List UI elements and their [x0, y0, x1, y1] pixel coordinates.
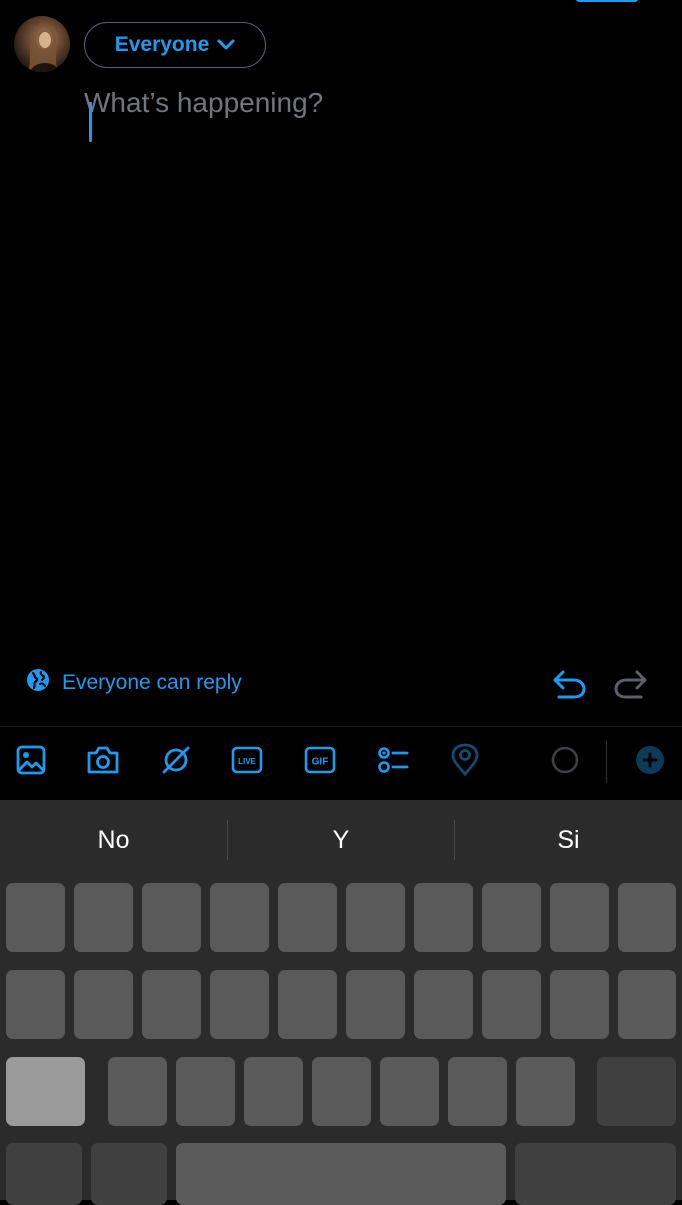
key[interactable]: [618, 970, 676, 1039]
keyboard-suggestions: No Y Si: [0, 800, 682, 880]
return-key[interactable]: [515, 1143, 676, 1205]
key[interactable]: [346, 883, 405, 952]
key[interactable]: [278, 970, 337, 1039]
key[interactable]: [448, 1057, 507, 1126]
key[interactable]: [74, 970, 133, 1039]
live-icon-text: LIVE: [238, 757, 256, 766]
text-caret: [89, 102, 92, 142]
key[interactable]: [210, 883, 269, 952]
delete-key[interactable]: [597, 1057, 676, 1126]
suggestion-item[interactable]: Y: [228, 800, 454, 880]
post-text-input[interactable]: What’s happening?: [84, 84, 644, 144]
live-icon[interactable]: LIVE: [230, 743, 264, 777]
key[interactable]: [176, 1057, 235, 1126]
audience-selector-button[interactable]: Everyone: [84, 22, 266, 68]
key[interactable]: [618, 883, 676, 952]
key[interactable]: [550, 970, 609, 1039]
add-post-icon[interactable]: [633, 743, 667, 777]
composer-placeholder: What’s happening?: [84, 87, 324, 118]
location-icon[interactable]: [448, 743, 482, 777]
character-count-ring: [548, 743, 582, 777]
key[interactable]: [142, 970, 201, 1039]
chevron-down-icon: [217, 33, 235, 57]
grok-icon[interactable]: [159, 743, 193, 777]
key[interactable]: [550, 883, 609, 952]
key[interactable]: [482, 970, 541, 1039]
on-screen-keyboard: No Y Si: [0, 800, 682, 1205]
emoji-key[interactable]: [91, 1143, 167, 1205]
key[interactable]: [244, 1057, 303, 1126]
key[interactable]: [6, 970, 65, 1039]
key[interactable]: [346, 970, 405, 1039]
gif-icon[interactable]: GIF: [303, 743, 337, 777]
key[interactable]: [414, 970, 473, 1039]
top-post-button-edge[interactable]: [576, 0, 638, 2]
toolbar-separator: [606, 741, 607, 783]
key[interactable]: [482, 883, 541, 952]
key[interactable]: [516, 1057, 575, 1126]
composer-toolbar: LIVE GIF: [0, 727, 682, 800]
key[interactable]: [414, 883, 473, 952]
avatar-photo: [28, 24, 60, 72]
key[interactable]: [6, 883, 65, 952]
camera-icon[interactable]: [86, 743, 120, 777]
image-icon[interactable]: [14, 743, 48, 777]
key[interactable]: [108, 1057, 167, 1126]
audience-label: Everyone: [114, 33, 210, 56]
undo-button[interactable]: [549, 664, 589, 704]
redo-icon: [614, 670, 647, 699]
reply-setting-label: Everyone can reply: [62, 671, 242, 694]
poll-icon[interactable]: [376, 743, 410, 777]
key[interactable]: [142, 883, 201, 952]
key[interactable]: [210, 970, 269, 1039]
gif-icon-text: GIF: [312, 757, 329, 768]
suggestion-item[interactable]: Si: [455, 800, 682, 880]
numbers-key[interactable]: [6, 1143, 82, 1205]
key[interactable]: [278, 883, 337, 952]
avatar[interactable]: [14, 16, 70, 72]
key[interactable]: [380, 1057, 439, 1126]
globe-icon: [26, 668, 50, 698]
reply-setting-button[interactable]: Everyone can reply: [26, 668, 242, 698]
shift-key[interactable]: [6, 1057, 85, 1126]
undo-icon: [553, 670, 586, 699]
key[interactable]: [74, 883, 133, 952]
key[interactable]: [312, 1057, 371, 1126]
redo-button[interactable]: [611, 664, 651, 704]
suggestion-item[interactable]: No: [0, 800, 227, 880]
space-key[interactable]: [176, 1143, 506, 1205]
